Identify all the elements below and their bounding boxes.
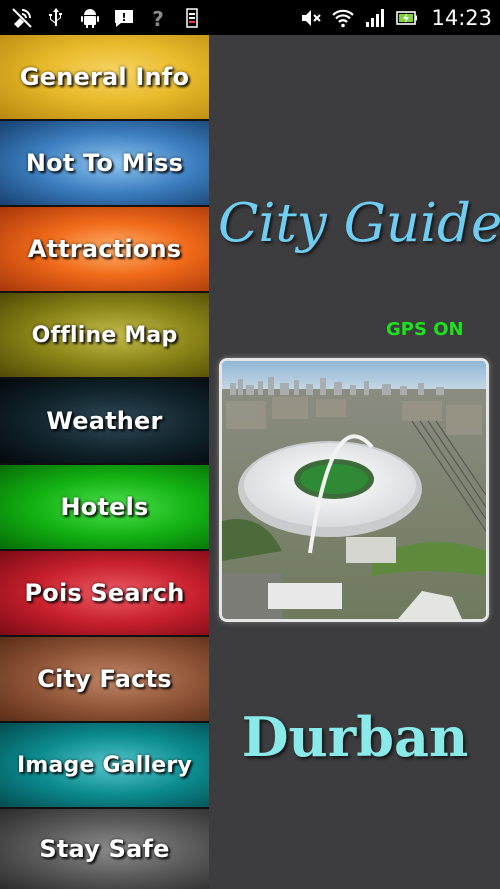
menu-item-hotels[interactable]: Hotels — [0, 465, 209, 551]
android-debug-icon — [78, 6, 102, 30]
gps-status[interactable]: GPS ON — [386, 319, 464, 340]
message-icon: ! — [112, 6, 136, 30]
usb-icon — [44, 6, 68, 30]
sim-icon — [180, 6, 204, 30]
menu-item-label: Image Gallery — [17, 752, 192, 778]
stadium-aerial-image — [222, 361, 486, 619]
wifi-question-icon: ? — [146, 6, 170, 30]
status-bar: ! ? 14:23 — [0, 0, 500, 35]
menu-item-general-info[interactable]: General Info — [0, 35, 209, 121]
mute-icon — [299, 6, 323, 30]
menu-item-not-to-miss[interactable]: Not To Miss — [0, 121, 209, 207]
menu-item-label: Attractions — [27, 235, 182, 263]
battery-charging-icon — [395, 6, 419, 30]
menu-item-label: Not To Miss — [25, 149, 184, 177]
menu-item-label: General Info — [19, 63, 190, 91]
signal-icon — [363, 6, 387, 30]
menu-item-attractions[interactable]: Attractions — [0, 207, 209, 293]
menu-item-label: Offline Map — [31, 322, 178, 348]
menu-item-offline-map[interactable]: Offline Map — [0, 293, 209, 379]
menu-item-city-facts[interactable]: City Facts — [0, 637, 209, 723]
menu-item-label: City Facts — [37, 665, 172, 693]
menu-item-label: Pois Search — [24, 579, 185, 607]
wifi-icon — [331, 6, 355, 30]
gps-off-icon — [10, 6, 34, 30]
menu-item-label: Stay Safe — [39, 835, 170, 863]
city-photo[interactable] — [219, 358, 489, 622]
status-bar-clock: 14:23 — [431, 5, 492, 30]
status-bar-system: 14:23 — [299, 0, 492, 35]
menu-item-weather[interactable]: Weather — [0, 379, 209, 465]
menu-item-image-gallery[interactable]: Image Gallery — [0, 723, 209, 809]
svg-text:?: ? — [152, 7, 164, 30]
status-bar-notifications: ! ? — [10, 0, 204, 35]
menu-item-pois-search[interactable]: Pois Search — [0, 551, 209, 637]
menu-item-label: Hotels — [60, 493, 149, 521]
app-screen: ! ? 14:23 General Info Not To Miss Attra… — [0, 0, 500, 889]
city-name: Durban — [241, 705, 469, 769]
main-content: General Info Not To Miss Attractions Off… — [0, 35, 500, 889]
app-title: City Guide — [218, 193, 500, 254]
navigation-menu: General Info Not To Miss Attractions Off… — [0, 35, 209, 889]
svg-text:!: ! — [121, 11, 126, 24]
menu-item-label: Weather — [46, 407, 163, 435]
menu-item-stay-safe[interactable]: Stay Safe — [0, 809, 209, 889]
